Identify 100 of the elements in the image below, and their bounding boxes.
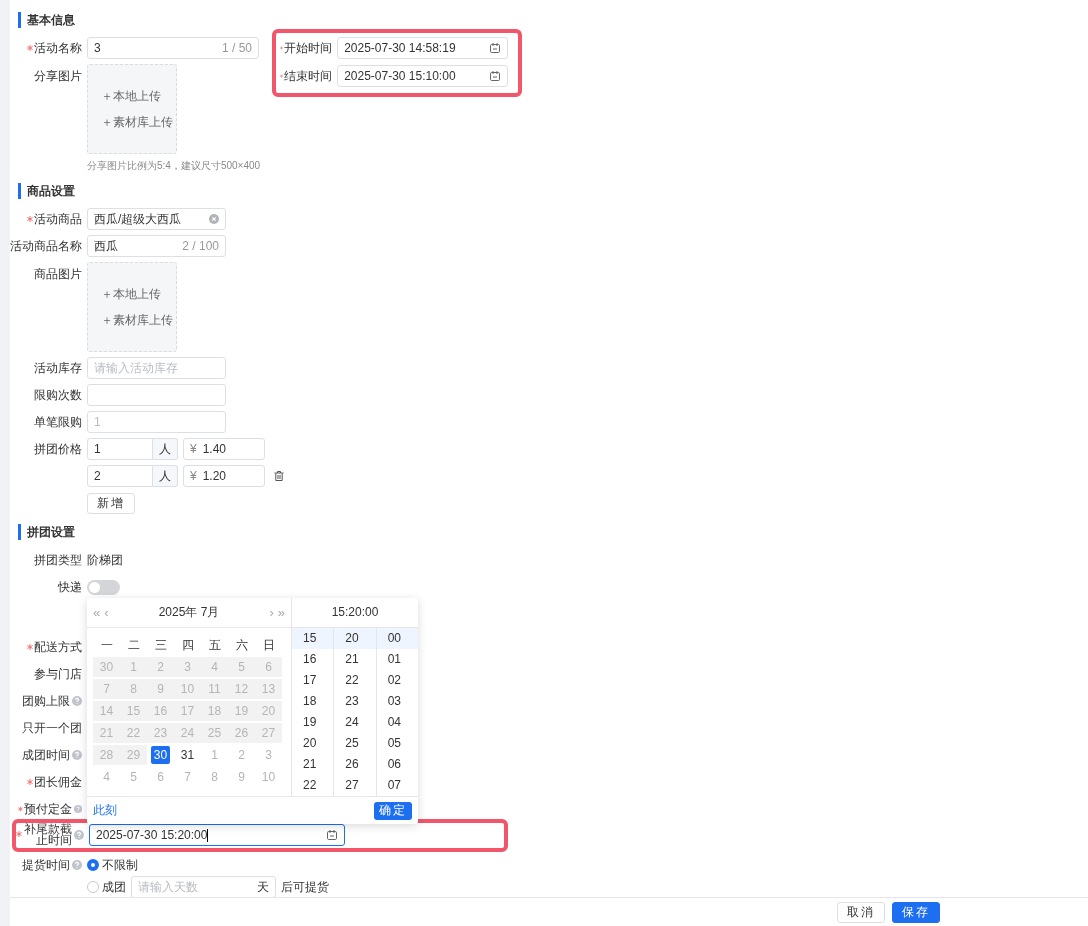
people-field[interactable]: 2	[87, 465, 153, 487]
time-option[interactable]: 20	[292, 733, 334, 754]
day-cell[interactable]: 31	[174, 745, 201, 765]
day-cell: 23	[147, 723, 174, 743]
weekday-label: 三	[153, 637, 168, 654]
time-option[interactable]: 21	[334, 649, 376, 670]
price-value: 1.20	[202, 469, 227, 483]
section-title: 商品设置	[18, 183, 75, 199]
clear-icon[interactable]	[209, 214, 219, 224]
time-option[interactable]: 07	[376, 775, 418, 796]
date-field[interactable]: 2025-07-30 14:58:19	[337, 37, 509, 59]
upload-link[interactable]: ＋本地上传	[101, 285, 161, 303]
time-option[interactable]: 00	[376, 628, 418, 649]
time-option[interactable]: 24	[334, 712, 376, 733]
weekday-label: 一	[99, 637, 114, 654]
date-field[interactable]: 2025-07-30 15:20:00	[89, 824, 345, 846]
field-label: 配送方式	[34, 638, 82, 656]
field-label: 商品图片	[34, 266, 82, 283]
day-cell: 30	[93, 657, 120, 677]
field-label: 单笔限购	[34, 413, 82, 431]
time-option[interactable]: 01	[376, 649, 418, 670]
price-value: 1.40	[202, 442, 227, 456]
day-cell: 13	[255, 679, 282, 699]
price-field[interactable]: ¥ 1.40	[183, 438, 265, 460]
field-label: 只开一个团	[22, 719, 82, 737]
day-cell: 9	[147, 679, 174, 699]
now-link[interactable]: 此刻	[93, 802, 117, 819]
upload-link[interactable]: ＋素材库上传	[101, 311, 173, 329]
toggle-switch[interactable]	[87, 579, 120, 595]
name-field[interactable]: 3 1 / 50	[87, 37, 259, 59]
time-option[interactable]: 15	[292, 628, 334, 649]
day-cell: 18	[201, 701, 228, 721]
day-cell: 21	[93, 723, 120, 743]
field-label: 预付定金	[23, 800, 72, 818]
day-cell: 17	[174, 701, 201, 721]
time-option[interactable]: 18	[292, 691, 334, 712]
calendar-icon	[489, 42, 502, 54]
time-option[interactable]: 26	[334, 754, 376, 775]
weekday-label: 日	[261, 637, 276, 654]
day-cell: 6	[255, 657, 282, 677]
radio-label[interactable]: 成团	[102, 878, 126, 896]
day-cell: 25	[201, 723, 228, 743]
radio-button[interactable]	[87, 881, 99, 893]
time-option[interactable]: 23	[334, 691, 376, 712]
day-cell: 4	[201, 657, 228, 677]
weekday-label: 五	[207, 637, 222, 654]
trash-icon[interactable]	[273, 470, 285, 482]
day-cell: 27	[255, 723, 282, 743]
time-option[interactable]: 27	[334, 775, 376, 796]
save-button[interactable]: 保存	[892, 901, 940, 923]
field-label: 拼团价格	[34, 440, 82, 458]
currency-sign: ¥	[190, 442, 197, 456]
field-label: 开始时间	[284, 39, 333, 57]
date-field[interactable]: 2025-07-30 15:10:00	[337, 65, 509, 87]
field-label: 活动名称	[34, 39, 82, 57]
suffix-text: 后可提货	[281, 878, 329, 896]
calendar-icon	[326, 829, 338, 841]
time-option[interactable]: 06	[376, 754, 418, 775]
limit-field[interactable]	[87, 384, 226, 406]
day-cell: 15	[120, 701, 147, 721]
weekday-label: 二	[126, 637, 141, 654]
time-option[interactable]: 21	[292, 754, 334, 775]
unit-text: 天	[257, 878, 269, 896]
confirm-button[interactable]: 确定	[374, 801, 412, 820]
add-button[interactable]: 新增	[87, 492, 135, 514]
radio-button[interactable]	[87, 859, 99, 871]
field-label: 活动库存	[34, 359, 82, 377]
day-cell: 20	[255, 701, 282, 721]
price-field[interactable]: ¥ 1.20	[183, 465, 265, 487]
time-option[interactable]: 22	[334, 670, 376, 691]
group-type-value: 阶梯团	[87, 551, 123, 569]
weekday-label: 六	[234, 637, 249, 654]
time-option[interactable]: 20	[334, 628, 376, 649]
product-name-field[interactable]: 西瓜 2 / 100	[87, 235, 226, 257]
day-cell: 29	[120, 745, 147, 765]
day-cell: 24	[174, 723, 201, 743]
time-option[interactable]: 19	[292, 712, 334, 733]
day-cell: 11	[201, 679, 228, 699]
time-option[interactable]: 16	[292, 649, 334, 670]
product-select[interactable]: 西瓜/超级大西瓜	[87, 208, 226, 230]
field-label: 提货时间	[22, 856, 70, 874]
time-option[interactable]: 04	[376, 712, 418, 733]
radio-label[interactable]: 不限制	[102, 856, 138, 874]
day-cell: 26	[228, 723, 255, 743]
char-count: 1 / 50	[221, 41, 252, 55]
time-option[interactable]: 25	[334, 733, 376, 754]
days-field[interactable]: 请输入天数 天	[131, 876, 276, 897]
time-option[interactable]: 02	[376, 670, 418, 691]
day-cell: 3	[174, 657, 201, 677]
time-option[interactable]: 22	[292, 775, 334, 796]
day-cell: 28	[93, 745, 120, 765]
people-field[interactable]: 1	[87, 438, 153, 460]
time-option[interactable]: 03	[376, 691, 418, 712]
time-option[interactable]: 17	[292, 670, 334, 691]
upload-link[interactable]: ＋素材库上传	[101, 113, 173, 131]
field-label: 结束时间	[284, 67, 333, 85]
upload-link[interactable]: ＋本地上传	[101, 87, 161, 105]
day-cell: 19	[228, 701, 255, 721]
time-option[interactable]: 05	[376, 733, 418, 754]
cancel-button[interactable]: 取消	[837, 901, 885, 923]
